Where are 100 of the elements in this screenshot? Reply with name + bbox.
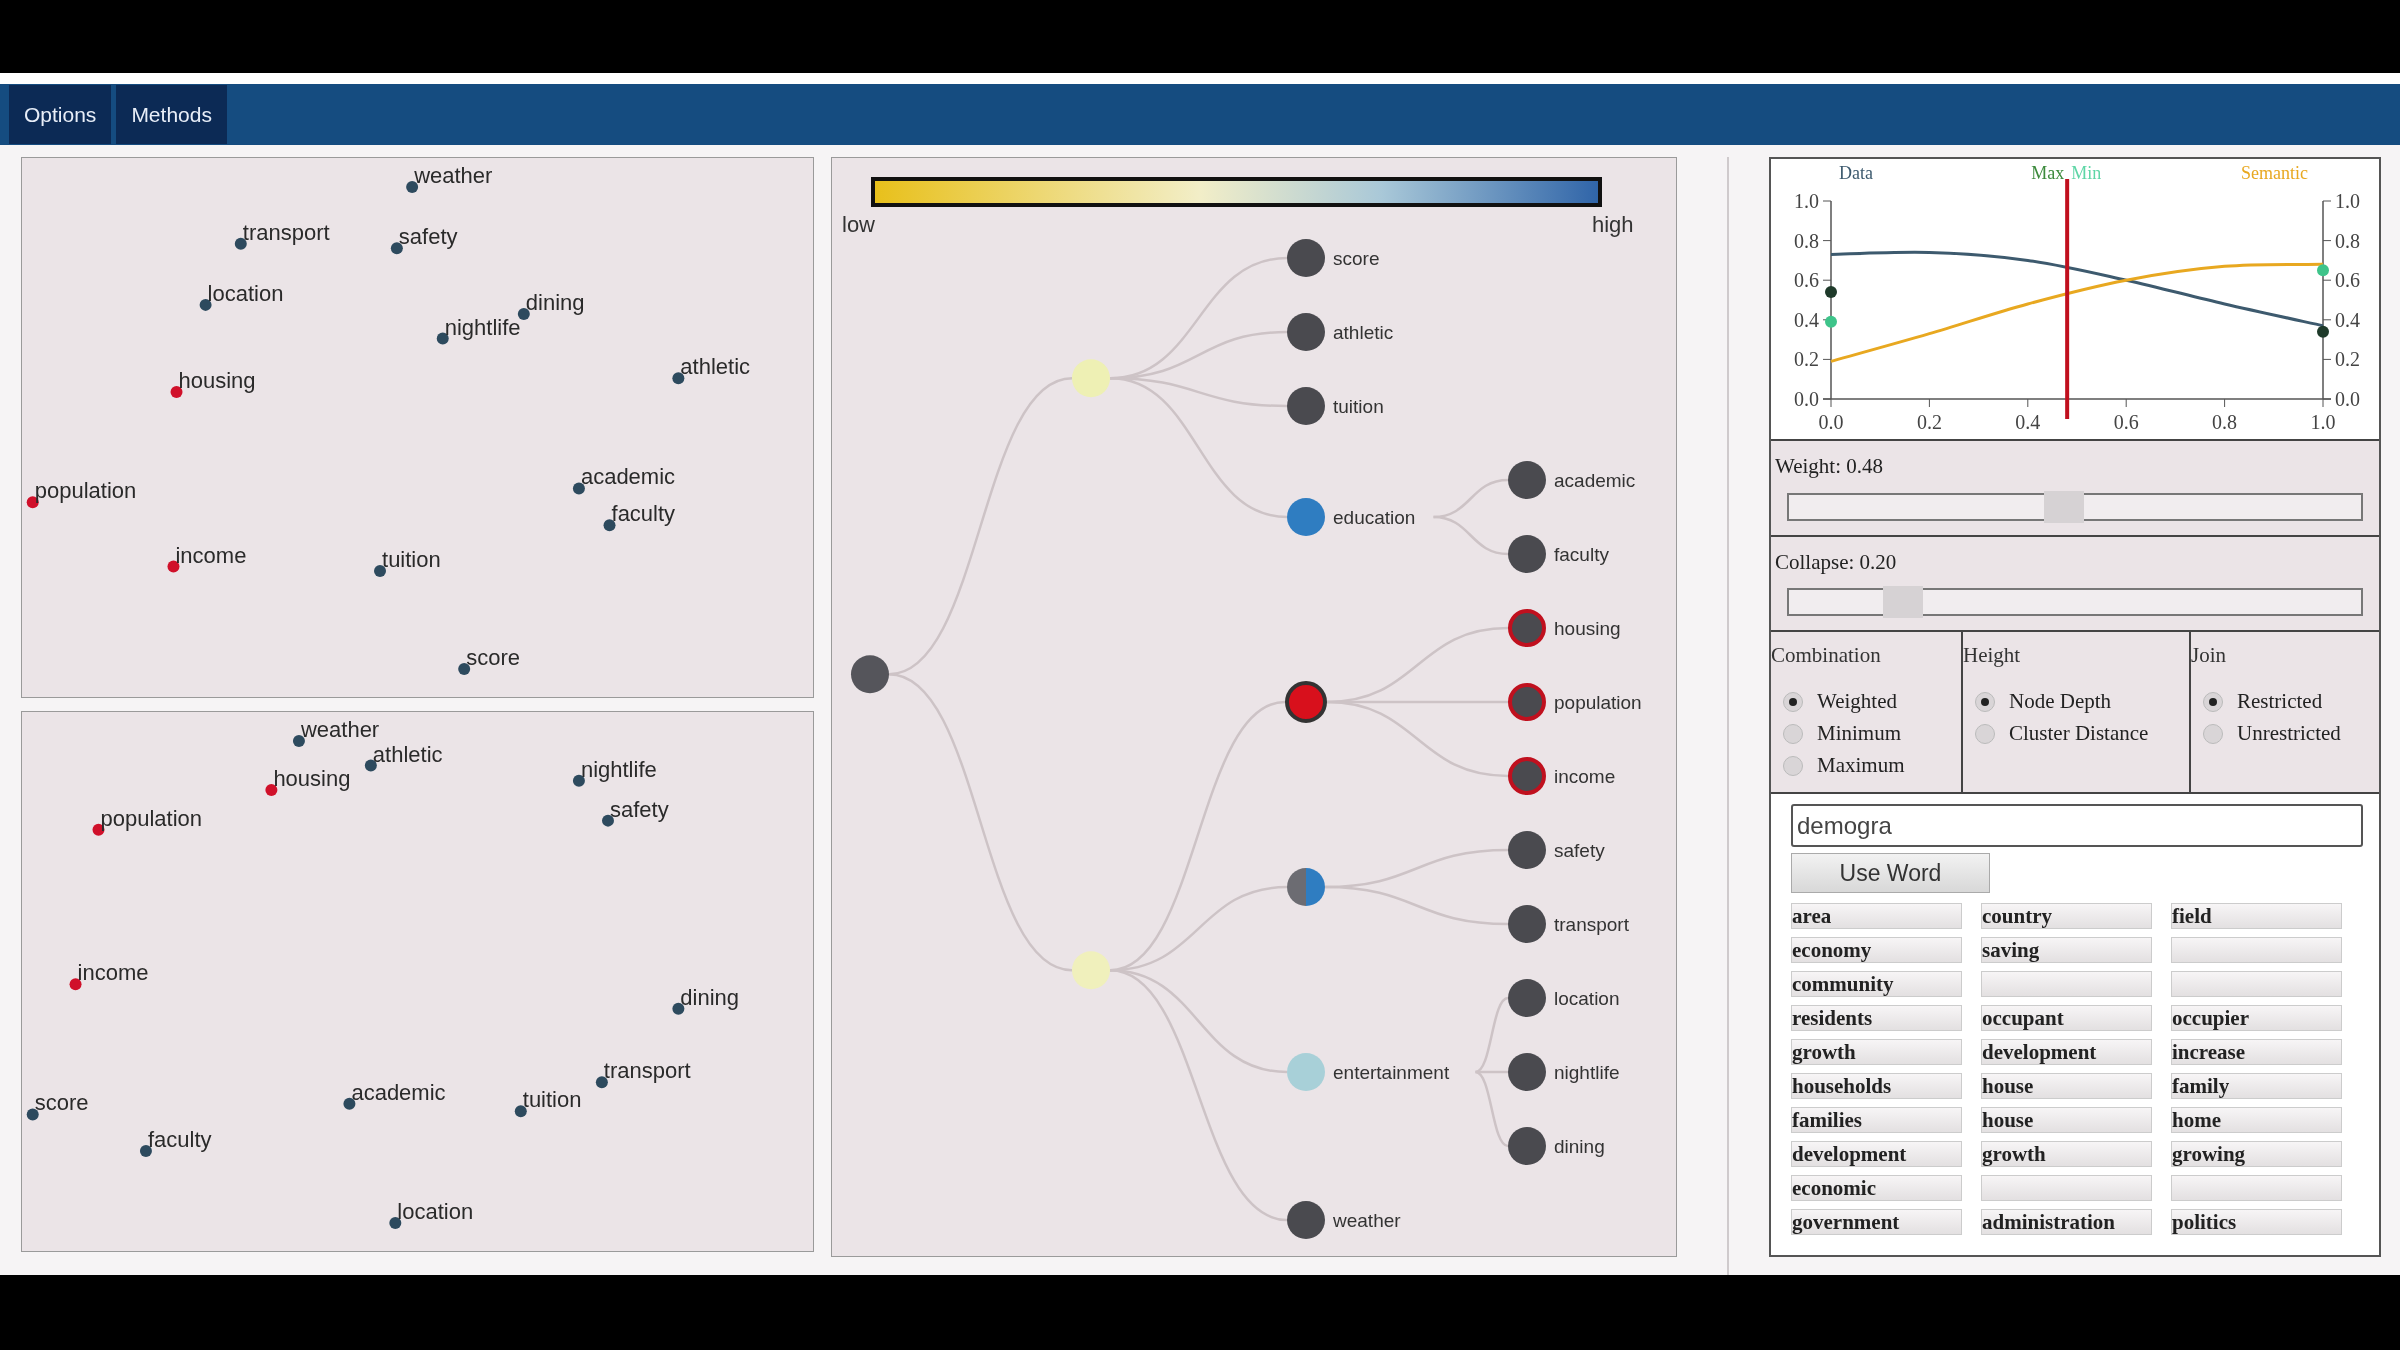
- node-label: score: [1333, 248, 1380, 269]
- value-slider[interactable]: [1787, 492, 2363, 521]
- tick-label: 0.4: [2335, 308, 2360, 331]
- node-label: education: [1333, 507, 1416, 528]
- node-label: tuition: [1333, 396, 1384, 417]
- menu-tab[interactable]: Options: [9, 85, 112, 144]
- tree-node[interactable]: [1287, 313, 1325, 351]
- drag-handle[interactable]: [1825, 315, 1837, 328]
- word-label: faculty: [611, 501, 676, 527]
- radio-button[interactable]: [1783, 723, 1803, 744]
- node-label: entertainment: [1333, 1062, 1450, 1083]
- word-label: academic: [351, 1079, 446, 1105]
- suggestion-item[interactable]: occupier: [2171, 1005, 2342, 1031]
- node-label: dining: [1554, 1136, 1605, 1157]
- radio-button[interactable]: [1975, 723, 1995, 744]
- suggestion-item[interactable]: area: [1791, 903, 1962, 929]
- suggestion-item[interactable]: residents: [1791, 1005, 1962, 1031]
- tree-node[interactable]: [1287, 1053, 1325, 1091]
- group-title: Height: [1963, 642, 2022, 669]
- suggestion-item[interactable]: house: [1981, 1073, 2152, 1099]
- word-label: weather: [300, 717, 380, 743]
- suggestion-item[interactable]: politics: [2171, 1209, 2342, 1235]
- suggestion-item[interactable]: community: [1791, 971, 1962, 997]
- suggestion-item[interactable]: growth: [1791, 1039, 1962, 1065]
- radio-label: Weighted: [1817, 687, 1897, 715]
- tree-node[interactable]: [1287, 239, 1325, 277]
- suggestion-item[interactable]: field: [2171, 903, 2342, 929]
- drag-handle[interactable]: [2317, 325, 2329, 338]
- tree-node[interactable]: [1508, 461, 1546, 499]
- radio-button[interactable]: [1975, 691, 1995, 712]
- node-label: income: [1554, 766, 1616, 787]
- word-field[interactable]: demogra: [1791, 804, 2363, 847]
- radio-label: Cluster Distance: [2009, 719, 2149, 747]
- word-label: income: [175, 542, 247, 568]
- node-label: housing: [1554, 618, 1621, 639]
- radio-label: Restricted: [2237, 687, 2323, 715]
- suggestion-item[interactable]: house: [1981, 1107, 2152, 1133]
- word-label: tuition: [382, 547, 441, 573]
- node-label: transport: [1554, 914, 1629, 935]
- word-label: nightlife: [580, 756, 657, 782]
- tree-node[interactable]: [1072, 951, 1110, 990]
- scale-high-label: high: [1592, 212, 1634, 237]
- suggestion-item[interactable]: development: [1791, 1141, 1962, 1167]
- suggestion-item[interactable]: growth: [1981, 1141, 2152, 1167]
- tree-node[interactable]: [1285, 681, 1327, 723]
- tree-node[interactable]: [1508, 1127, 1546, 1165]
- suggestion-item[interactable]: government: [1791, 1209, 1962, 1235]
- node-label: athletic: [1333, 322, 1394, 343]
- suggestion-item[interactable]: economy: [1791, 937, 1962, 963]
- word-label: dining: [525, 290, 585, 316]
- suggestion-item[interactable]: households: [1791, 1073, 1962, 1099]
- word-label: athletic: [372, 741, 443, 767]
- tree-node[interactable]: [1508, 683, 1546, 721]
- word-label: safety: [610, 796, 669, 822]
- marker-label: Max: [2031, 163, 2065, 183]
- menu-tab[interactable]: Methods: [116, 85, 227, 144]
- drag-handle[interactable]: [2317, 264, 2329, 277]
- radio-button[interactable]: [2203, 723, 2223, 744]
- suggestion-item[interactable]: economic: [1791, 1175, 1962, 1201]
- tick-label: 0.8: [1794, 229, 1819, 252]
- tree-node[interactable]: [1508, 1053, 1546, 1091]
- node-label: academic: [1554, 470, 1636, 491]
- slider-thumb[interactable]: [2043, 490, 2084, 523]
- suggestion-item[interactable]: occupant: [1981, 1005, 2152, 1031]
- tree-node[interactable]: [1287, 498, 1325, 536]
- word-label: housing: [273, 766, 351, 792]
- radio-button[interactable]: [1783, 755, 1803, 776]
- tree-node[interactable]: [1508, 905, 1546, 943]
- suggestion-item[interactable]: administration: [1981, 1209, 2152, 1235]
- threshold-line[interactable]: [2065, 179, 2070, 419]
- word-label: score: [466, 645, 520, 670]
- slider-thumb[interactable]: [1883, 586, 1924, 618]
- drag-handle[interactable]: [1825, 286, 1837, 299]
- value-slider[interactable]: [1787, 588, 2363, 616]
- use-word-button[interactable]: Use Word: [1791, 853, 1990, 893]
- suggestion-item[interactable]: family: [2171, 1073, 2342, 1099]
- series-label: Data: [1839, 163, 1873, 183]
- tree-node[interactable]: [1287, 1201, 1325, 1239]
- tree-node[interactable]: [1287, 868, 1325, 906]
- radio-button[interactable]: [2203, 691, 2223, 712]
- word-label: weather: [414, 163, 493, 189]
- tree-node[interactable]: [1508, 757, 1546, 795]
- tree-node[interactable]: [1508, 831, 1546, 869]
- tree-node[interactable]: [1508, 535, 1546, 573]
- node-label: faculty: [1554, 544, 1609, 565]
- suggestion-item[interactable]: home: [2171, 1107, 2342, 1133]
- tree-node[interactable]: [1287, 387, 1325, 425]
- radio-button[interactable]: [1783, 691, 1803, 712]
- tree-node[interactable]: [1072, 359, 1110, 398]
- tree-node[interactable]: [1508, 979, 1546, 1017]
- tree-node[interactable]: [851, 655, 889, 694]
- suggestion-item[interactable]: saving: [1981, 937, 2152, 963]
- suggestion-item[interactable]: development: [1981, 1039, 2152, 1065]
- suggestion-item[interactable]: country: [1981, 903, 2152, 929]
- tick-label: 0.6: [2335, 269, 2360, 292]
- radio-label: Maximum: [1817, 751, 1905, 779]
- suggestion-item[interactable]: growing: [2171, 1141, 2342, 1167]
- suggestion-item[interactable]: families: [1791, 1107, 1962, 1133]
- tree-node[interactable]: [1508, 609, 1546, 647]
- suggestion-item[interactable]: increase: [2171, 1039, 2342, 1065]
